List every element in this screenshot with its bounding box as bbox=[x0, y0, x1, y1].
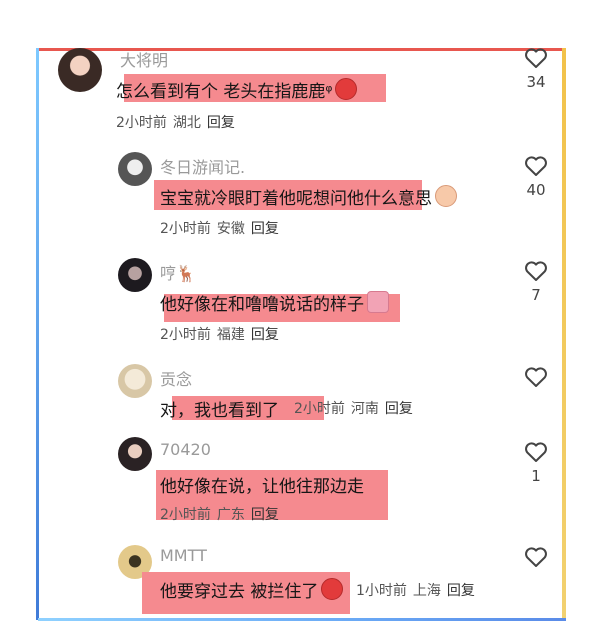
comment-time: 1小时前 bbox=[356, 583, 407, 599]
like-button[interactable]: 34 bbox=[516, 47, 556, 91]
avatar[interactable] bbox=[58, 48, 102, 92]
reply-button[interactable]: 回复 bbox=[251, 327, 279, 343]
username[interactable]: 冬日游闻记. bbox=[160, 154, 245, 178]
avatar[interactable] bbox=[118, 152, 152, 186]
comment-meta: 2小时前 湖北 回复 bbox=[116, 112, 241, 132]
comment-text: 对，我也看到了 bbox=[160, 401, 279, 421]
reply-button[interactable]: 回复 bbox=[251, 507, 279, 523]
like-button[interactable]: 7 bbox=[516, 260, 556, 304]
comment-meta: 2小时前 安徽 回复 bbox=[160, 218, 285, 238]
frame-top-border bbox=[38, 48, 566, 51]
comment-time: 2小时前 bbox=[116, 115, 167, 131]
like-button[interactable] bbox=[516, 366, 556, 392]
avatar[interactable] bbox=[118, 437, 152, 471]
comment-time: 2小时前 bbox=[160, 507, 211, 523]
like-count: 40 bbox=[526, 181, 546, 199]
comment-time: 2小时前 bbox=[160, 221, 211, 237]
like-count: 34 bbox=[526, 73, 546, 91]
username[interactable]: 70420 bbox=[160, 440, 211, 459]
comment-meta: 2小时前 广东 回复 bbox=[160, 504, 285, 524]
like-button[interactable] bbox=[516, 546, 556, 572]
angry-emoji-icon bbox=[321, 578, 344, 600]
reply-button[interactable]: 回复 bbox=[447, 583, 475, 599]
comment-location: 安徽 bbox=[216, 221, 245, 237]
reply-button[interactable]: 回复 bbox=[385, 401, 413, 417]
bag-emoji-icon bbox=[367, 291, 389, 313]
baby-emoji-icon bbox=[435, 185, 457, 207]
comment-text: 宝宝就冷眼盯着他呢想问他什么意思 bbox=[160, 184, 457, 209]
like-button[interactable]: 40 bbox=[516, 155, 556, 199]
comment-time: 2小时前 bbox=[160, 327, 211, 343]
heart-icon bbox=[525, 367, 547, 387]
angry-emoji-icon bbox=[335, 78, 358, 100]
heart-icon bbox=[525, 156, 547, 176]
like-count: 1 bbox=[531, 467, 541, 485]
avatar[interactable] bbox=[118, 364, 152, 398]
reply-button[interactable]: 回复 bbox=[251, 221, 279, 237]
comment-text: 他要穿过去 被拦住了 bbox=[160, 577, 344, 602]
heart-icon bbox=[525, 547, 547, 567]
comment-location: 河南 bbox=[350, 401, 379, 417]
heart-icon bbox=[525, 48, 547, 68]
username[interactable]: 大将明 bbox=[120, 47, 168, 71]
comment-meta: 2小时前 河南 回复 bbox=[294, 398, 419, 418]
frame-right-border bbox=[562, 48, 566, 620]
heart-icon bbox=[525, 442, 547, 462]
comment-text: 他好像在和噜噜说话的样子 bbox=[160, 290, 389, 315]
frame-left-border bbox=[36, 48, 39, 620]
username[interactable]: MMTT bbox=[160, 546, 207, 565]
reply-button[interactable]: 回复 bbox=[207, 115, 235, 131]
comment-meta: 2小时前 福建 回复 bbox=[160, 324, 285, 344]
username[interactable]: 哼🦌 bbox=[160, 260, 196, 284]
comment-meta: 1小时前 上海 回复 bbox=[356, 580, 481, 600]
comment-location: 上海 bbox=[412, 583, 441, 599]
comment-time: 2小时前 bbox=[294, 401, 345, 417]
like-count: 7 bbox=[531, 286, 541, 304]
frame-bottom-border bbox=[38, 618, 566, 621]
comment-text: 怎么看到有个 老头在指鹿鹿ᵠ bbox=[116, 77, 358, 102]
username[interactable]: 贡念 bbox=[160, 366, 192, 390]
comment-location: 湖北 bbox=[172, 115, 201, 131]
avatar[interactable] bbox=[118, 258, 152, 292]
heart-icon bbox=[525, 261, 547, 281]
like-button[interactable]: 1 bbox=[516, 441, 556, 485]
comment-location: 广东 bbox=[216, 507, 245, 523]
comment-text: 他好像在说，让他往那边走 bbox=[160, 477, 364, 497]
comment-location: 福建 bbox=[216, 327, 245, 343]
